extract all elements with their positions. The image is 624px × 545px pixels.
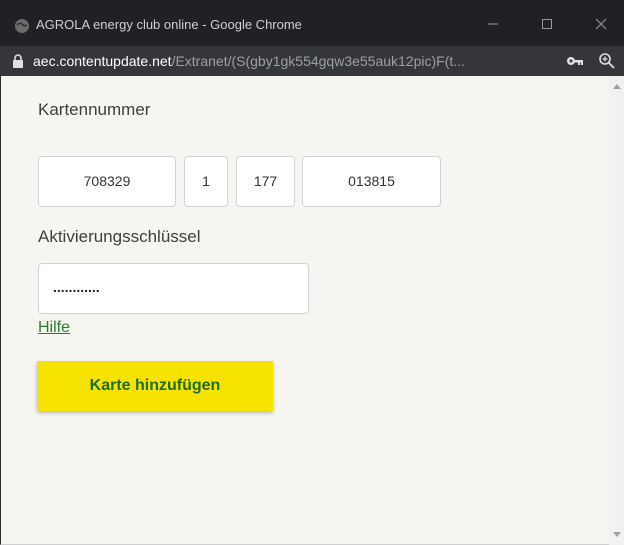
window-title: AGROLA energy club online - Google Chrom…	[36, 17, 302, 32]
add-card-button[interactable]: Karte hinzufügen	[37, 361, 273, 411]
close-button[interactable]	[586, 12, 616, 36]
card-number-part-1[interactable]: 708329	[38, 156, 176, 207]
vertical-scrollbar[interactable]	[609, 76, 624, 545]
scroll-down-icon[interactable]	[613, 532, 621, 537]
help-link[interactable]: Hilfe	[38, 319, 70, 337]
card-number-part-4[interactable]: 013815	[302, 156, 441, 207]
url-host: aec.contentupdate.net	[33, 53, 172, 69]
maximize-icon	[542, 19, 552, 29]
minimize-button[interactable]	[478, 12, 508, 36]
maximize-button[interactable]	[532, 12, 562, 36]
lock-icon	[13, 54, 23, 68]
scroll-up-icon[interactable]	[613, 84, 621, 89]
globe-icon	[15, 19, 29, 33]
card-number-label: Kartennummer	[38, 100, 151, 119]
zoom-icon[interactable]	[598, 52, 616, 70]
minimize-icon	[488, 23, 498, 25]
browser-title-bar: AGROLA energy club online - Google Chrom…	[0, 0, 624, 46]
url-path: /Extranet/(S(gby1gk554gqw3e55auk12pic)F(…	[171, 53, 465, 69]
key-icon[interactable]	[566, 54, 584, 68]
card-number-part-3[interactable]: 177	[236, 156, 295, 207]
activation-key-label: Aktivierungsschlüssel	[38, 227, 201, 246]
url-text[interactable]: aec.contentupdate.net/Extranet/(S(gby1gk…	[33, 53, 465, 69]
close-icon	[595, 18, 607, 30]
activation-key-input[interactable]: ............	[38, 263, 309, 314]
address-bar[interactable]: aec.contentupdate.net/Extranet/(S(gby1gk…	[0, 46, 624, 76]
card-number-part-2[interactable]: 1	[184, 156, 228, 207]
